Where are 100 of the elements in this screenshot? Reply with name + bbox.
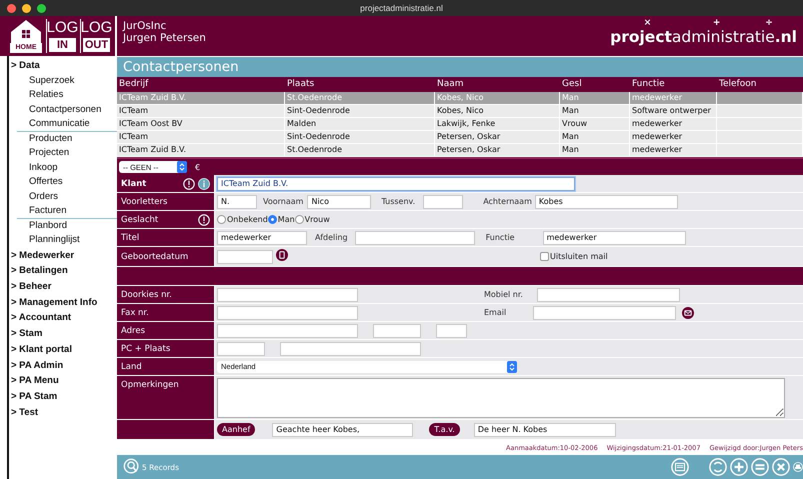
radio-option[interactable]: Man [268, 215, 295, 224]
sidebar-item[interactable]: Projecten [17, 146, 117, 161]
table-cell[interactable]: Sint-Oedenrode [285, 131, 435, 144]
list-button[interactable] [671, 458, 689, 476]
input-field[interactable]: Kobes [534, 194, 678, 208]
input-field[interactable] [536, 288, 680, 302]
table-cell[interactable] [717, 92, 803, 105]
column-header[interactable]: Gesl [560, 77, 630, 92]
refresh-button[interactable] [709, 458, 727, 476]
input-field[interactable] [280, 342, 421, 356]
input-field[interactable] [436, 324, 467, 338]
table-cell[interactable]: Lakwijk, Fenke [435, 118, 560, 131]
attention-button[interactable]: T.a.v. [429, 423, 460, 436]
sidebar-item[interactable]: Contactpersonen [17, 102, 117, 118]
table-cell[interactable]: Malden [285, 118, 435, 131]
table-cell[interactable]: medewerker [630, 144, 717, 157]
input-field[interactable] [217, 288, 358, 302]
stepper-icon [507, 360, 517, 372]
table-cell[interactable]: Man [560, 144, 630, 157]
company-field[interactable]: ICTeam Zuid B.V. [217, 176, 575, 190]
sidebar-item[interactable]: Producten [17, 132, 117, 146]
sidebar-item[interactable]: Relaties [17, 88, 117, 103]
table-cell[interactable]: Sint-Oedenrode [285, 105, 435, 118]
logo-mark: ÷ [765, 19, 773, 28]
sidebar-item[interactable]: Superzoek [17, 74, 117, 88]
sidebar-section[interactable]: > Betalingen [9, 263, 117, 280]
input-field[interactable] [217, 324, 358, 338]
calendar-icon[interactable] [276, 249, 288, 261]
table-cell[interactable] [717, 144, 803, 157]
column-header[interactable]: Functie [630, 77, 717, 92]
mail-icon[interactable] [682, 306, 694, 318]
field-label: Klant [117, 175, 215, 192]
table-cell[interactable]: ICTeam [117, 105, 285, 118]
input-field[interactable]: De heer N. Kobes [474, 422, 616, 436]
sidebar-section[interactable]: > PA Admin [9, 358, 117, 374]
equals-button[interactable] [751, 458, 769, 476]
sidebar-item[interactable]: Offertes [17, 175, 117, 190]
search-button[interactable] [123, 458, 141, 476]
column-header[interactable]: Plaats [285, 77, 435, 92]
table-cell[interactable]: Software ontwerper [630, 105, 717, 118]
input-field[interactable]: Geachte heer Kobes, [272, 422, 414, 436]
sidebar-section[interactable]: > PA Menu [9, 373, 117, 389]
alert-icon [198, 214, 210, 226]
log-button[interactable]: LOG OUT [80, 19, 110, 53]
table-cell[interactable]: Man [560, 105, 630, 118]
sidebar-section[interactable]: > Klant portal [9, 342, 117, 358]
field-label: PC + Plaats [117, 340, 215, 357]
sidebar-item[interactable]: Orders [17, 190, 117, 204]
input-field[interactable]: Nico [307, 194, 372, 208]
log-button[interactable]: LOG IN [46, 19, 76, 53]
salutation-button[interactable]: Aanhef [217, 423, 256, 436]
table-cell[interactable]: ICTeam [117, 131, 285, 144]
table-cell[interactable]: medewerker [630, 131, 717, 144]
input-field[interactable] [217, 306, 358, 320]
input-field[interactable]: N. [217, 194, 257, 208]
date-field[interactable] [217, 250, 273, 264]
maximize-icon[interactable] [37, 4, 46, 12]
input-field[interactable]: medewerker [217, 230, 307, 244]
mail-opt-out-checkbox[interactable]: Uitsluiten mail [540, 252, 608, 261]
minimize-icon[interactable] [22, 4, 31, 12]
close-icon[interactable] [7, 4, 16, 12]
alert-icon [183, 178, 195, 190]
sidebar-section[interactable]: > Beheer [9, 279, 117, 295]
sidebar-section[interactable]: > Data [9, 58, 117, 74]
sidebar-section[interactable]: > PA Stam [9, 388, 117, 405]
input-field[interactable] [217, 342, 265, 356]
table-cell[interactable]: ICTeam Zuid B.V. [117, 144, 285, 157]
info-icon[interactable] [198, 178, 210, 190]
sidebar-section[interactable]: > Stam [9, 326, 117, 342]
delete-button[interactable] [772, 458, 790, 476]
table-cell[interactable]: ICTeam Oost BV [117, 118, 285, 131]
input-field[interactable] [423, 194, 464, 208]
table-cell[interactable]: Petersen, Oskar [435, 131, 560, 144]
table-cell[interactable]: St.Oedenrode [285, 144, 435, 157]
input-field[interactable] [373, 324, 421, 338]
radio-option[interactable]: Onbekend [217, 215, 268, 224]
search-icon [123, 458, 141, 476]
table-cell[interactable]: medewerker [630, 118, 717, 131]
input-field[interactable]: medewerker [542, 230, 686, 244]
sidebar-section[interactable]: > Accountant [9, 310, 117, 326]
notes-field[interactable] [217, 378, 785, 418]
sidebar-item[interactable]: Inkoop [17, 160, 117, 176]
sidebar-section[interactable]: > Management Info [9, 294, 117, 310]
column-header[interactable]: Naam [435, 77, 560, 92]
column-header[interactable]: Bedrijf [117, 77, 285, 92]
table-cell[interactable]: Petersen, Oskar [435, 144, 560, 157]
table-cell[interactable]: Vrouw [560, 118, 630, 131]
radio-option[interactable]: Vrouw [294, 215, 330, 224]
table-cell[interactable] [717, 105, 803, 118]
field-caption: Afdeling [315, 233, 348, 242]
column-header[interactable]: Telefoon [717, 77, 803, 92]
table-cell[interactable]: Kobes, Nico [435, 105, 560, 118]
sidebar-section[interactable]: > Medewerker [9, 248, 117, 264]
input-field[interactable] [354, 230, 475, 244]
sidebar-item[interactable]: Planbord [17, 218, 117, 234]
sidebar-section[interactable]: > Test [9, 404, 117, 420]
sidebar-item[interactable]: Planninglijst [17, 233, 117, 248]
table-cell[interactable]: Man [560, 131, 630, 144]
add-button[interactable] [730, 458, 748, 476]
email-field[interactable] [533, 306, 676, 320]
